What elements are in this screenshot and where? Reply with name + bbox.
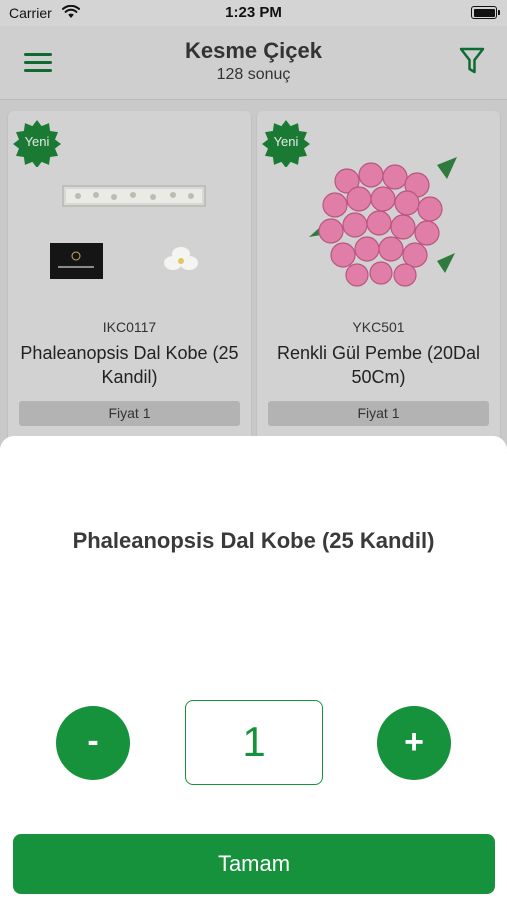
product-image xyxy=(309,157,457,287)
increase-quantity-button[interactable]: + xyxy=(377,706,451,780)
result-count: 128 sonuç xyxy=(216,66,291,83)
filter-icon[interactable] xyxy=(459,46,485,76)
product-card[interactable]: Yeni IKC0117 Phaleanopsis Dal Kobe (25 K… xyxy=(8,111,251,451)
battery-icon xyxy=(471,6,500,19)
product-image xyxy=(50,185,206,279)
quantity-bottom-sheet: Phaleanopsis Dal Kobe (25 Kandil) - 1 + … xyxy=(0,436,507,900)
price-label: Fiyat 1 xyxy=(268,401,489,426)
confirm-button[interactable]: Tamam xyxy=(13,834,495,894)
product-code: IKC0117 xyxy=(102,319,157,335)
price-label: Fiyat 1 xyxy=(19,401,240,426)
product-code: YKC501 xyxy=(352,319,405,335)
product-card[interactable]: Yeni YKC501 Renkli Gül Pembe (20Dal 50Cm… xyxy=(257,111,500,451)
page-title: Kesme Çiçek xyxy=(185,38,322,63)
decrease-quantity-button[interactable]: - xyxy=(56,706,130,780)
sheet-product-title: Phaleanopsis Dal Kobe (25 Kandil) xyxy=(72,528,435,553)
nav-bar: Kesme Çiçek 128 sonuç xyxy=(0,26,507,100)
status-time: 1:23 PM xyxy=(225,4,282,21)
quantity-field[interactable]: 1 xyxy=(185,700,323,785)
product-name: Renkli Gül Pembe (20Dal 50Cm) xyxy=(276,343,481,387)
status-bar: Carrier 1:23 PM xyxy=(0,0,507,26)
product-name: Phaleanopsis Dal Kobe (25 Kandil) xyxy=(20,343,239,387)
